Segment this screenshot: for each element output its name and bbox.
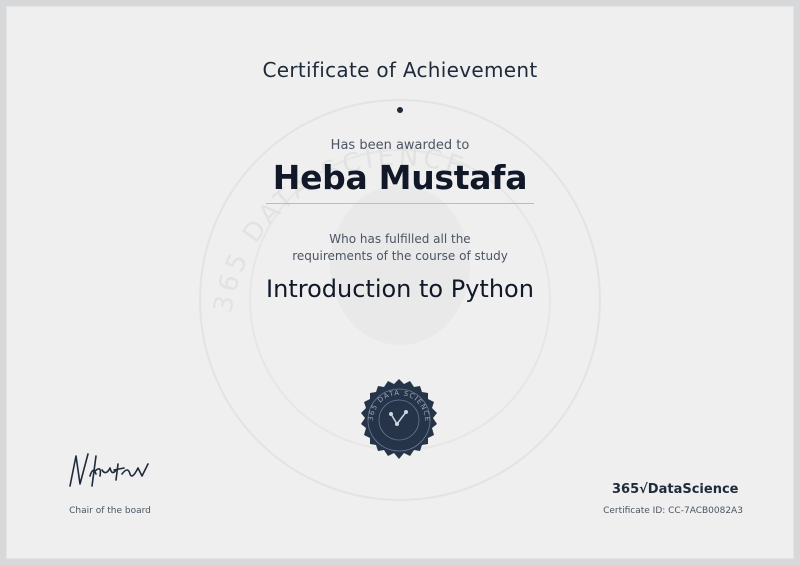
name-underline — [266, 203, 534, 204]
fulfilled-line-1: Who has fulfilled all the — [329, 232, 471, 246]
recipient-name: Heba Mustafa — [272, 158, 528, 197]
fulfilled-text: Who has fulfilled all the requirements o… — [0, 231, 800, 265]
certificate-id: Certificate ID: CC-7ACB0082A3 — [603, 506, 743, 516]
divider-dot — [397, 107, 403, 113]
signatory-role: Chair of the board — [69, 506, 151, 516]
seal-badge-icon: 365 DATA SCIENCE — [361, 379, 437, 459]
certificate: 365 DATA SCIENCE Certificate of Achievem… — [0, 0, 800, 565]
course-title: Introduction to Python — [266, 275, 534, 303]
awarded-to-label: Has been awarded to — [330, 138, 470, 153]
brand-logo: 365√DataScience — [612, 482, 739, 497]
certificate-heading: Certificate of Achievement — [262, 58, 538, 82]
signature-image — [69, 453, 149, 487]
fulfilled-line-2: requirements of the course of study — [292, 249, 508, 263]
